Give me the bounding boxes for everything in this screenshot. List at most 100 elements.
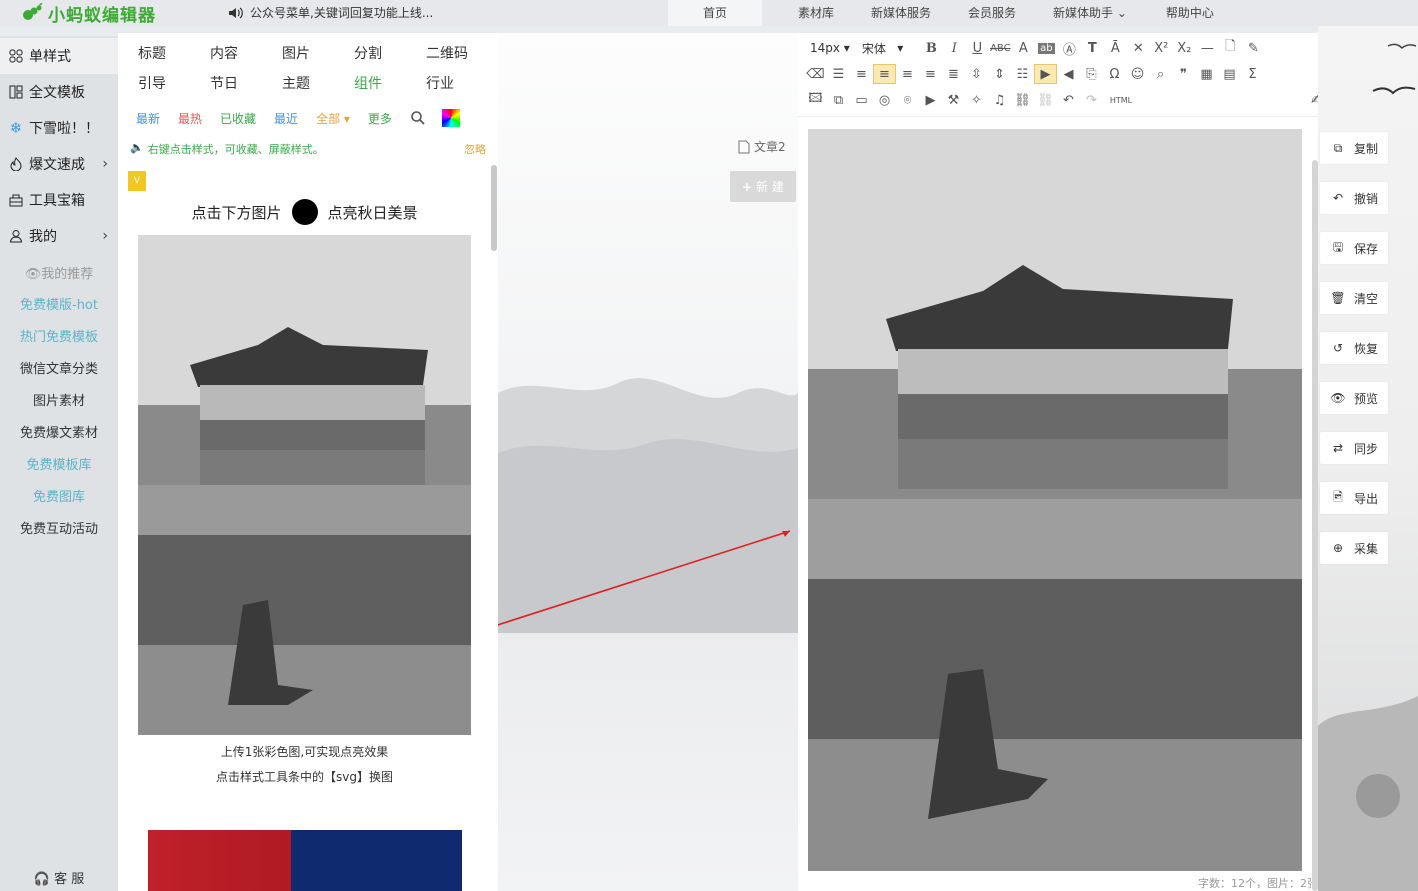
flag-icon[interactable]: ▶ — [1034, 64, 1057, 84]
sidebar-sub-free-template-hot[interactable]: 免费模版-hot — [0, 294, 118, 313]
sidebar-item-toolbox[interactable]: 工具宝箱 — [0, 182, 118, 218]
image-icon[interactable]: 🖾 — [804, 90, 827, 110]
font-color-icon[interactable]: A — [1012, 38, 1035, 58]
rtl-icon[interactable]: ◀ — [1057, 64, 1080, 84]
camera-icon[interactable]: ⌾ — [896, 90, 919, 110]
nav-help-center[interactable]: 帮助中心 — [1144, 0, 1236, 26]
toggle-dot-icon[interactable] — [291, 199, 318, 225]
superscript-icon[interactable]: X² — [1150, 38, 1173, 58]
clear-button[interactable]: 🗑 清空 — [1320, 282, 1388, 314]
card-photo[interactable] — [138, 235, 471, 735]
align-right-icon[interactable]: ≡ — [919, 64, 942, 84]
sidebar-sub-hot-free-template[interactable]: 热门免费模板 — [0, 326, 118, 345]
sync-button[interactable]: ⇄ 同步 — [1320, 432, 1388, 464]
template-insert-icon[interactable]: ▤ — [1218, 64, 1241, 84]
line-height-icon[interactable]: ⇳ — [965, 64, 988, 84]
nav-home[interactable]: 首页 — [668, 0, 762, 26]
nav-new-media-assistant[interactable]: 新媒体助手 ⌄ — [1036, 0, 1144, 26]
category-divider[interactable]: 分割 — [354, 43, 426, 63]
category-theme[interactable]: 主题 — [282, 73, 354, 93]
format-painter-icon[interactable]: ⎘ — [1080, 64, 1103, 84]
export-button[interactable]: 🖻 导出 — [1320, 482, 1388, 514]
copy-button[interactable]: ⧉ 复制 — [1320, 132, 1388, 164]
filter-more[interactable]: 更多 — [368, 110, 392, 127]
table-icon[interactable]: ▦ — [1195, 64, 1218, 84]
sidebar-item-mine[interactable]: 我的 › — [0, 218, 118, 254]
emoji-icon[interactable]: ☺ — [1126, 64, 1149, 84]
undo-button[interactable]: ↶ 撤销 — [1320, 182, 1388, 214]
special-char-icon[interactable]: Ω — [1103, 64, 1126, 84]
underline-icon[interactable]: U — [966, 38, 989, 58]
magic-wand-icon[interactable]: ✧ — [965, 90, 988, 110]
font-family-select[interactable]: 宋体 ▾ — [856, 38, 920, 58]
style-card[interactable]: V 点击下方图片 点亮秋日美景 上传1张彩色图,可实现点亮效果 点击样式工具条中… — [123, 169, 486, 805]
font-size-select[interactable]: 14px ▾ — [804, 38, 856, 58]
nav-new-media-service[interactable]: 新媒体服务 — [854, 0, 948, 26]
find-replace-icon[interactable]: ⌕ — [1149, 64, 1172, 84]
sidebar-sub-viral-materials[interactable]: 免费爆文素材 — [0, 422, 118, 441]
text-border-icon[interactable]: Ⓐ — [1058, 38, 1081, 58]
italic-icon[interactable]: I — [943, 38, 966, 58]
sidebar-item-full-template[interactable]: 全文模板 — [0, 74, 118, 110]
sidebar-item-snow[interactable]: ❄ 下雪啦！！ — [0, 110, 118, 146]
redo-arrow-icon[interactable]: ↷ — [1080, 90, 1103, 110]
sidebar-item-viral[interactable]: 爆文速成 › — [0, 146, 118, 182]
save-button[interactable]: 🖫 保存 — [1320, 232, 1388, 264]
outdent-icon[interactable]: ≡ — [850, 64, 873, 84]
category-qrcode[interactable]: 二维码 — [426, 43, 498, 63]
formula-icon[interactable]: Σ — [1241, 64, 1264, 84]
category-component[interactable]: 组件 — [354, 73, 426, 93]
align-justify-icon[interactable]: ≣ — [942, 64, 965, 84]
document-tab[interactable]: 文章2 — [738, 138, 786, 155]
filter-recent[interactable]: 最近 — [274, 110, 298, 127]
sidebar-sub-image-materials[interactable]: 图片素材 — [0, 390, 118, 409]
link-icon[interactable]: ⛓ — [1011, 90, 1034, 110]
new-document-button[interactable]: + 新 建 — [730, 171, 796, 202]
list-icon[interactable]: ☷ — [1011, 64, 1034, 84]
category-title[interactable]: 标题 — [138, 43, 210, 63]
eraser-icon[interactable]: ⌫ — [804, 64, 827, 84]
align-center-icon[interactable]: ≡ — [896, 64, 919, 84]
multi-image-icon[interactable]: ⧉ — [827, 90, 850, 110]
sidebar-sub-template-library[interactable]: 免费模板库 — [0, 454, 118, 473]
letter-spacing-icon[interactable]: Ā — [1104, 38, 1127, 58]
notice-bar[interactable]: 公众号菜单,关键词回复功能上线... — [228, 4, 433, 21]
filter-favorited[interactable]: 已收藏 — [220, 110, 256, 127]
sidebar-item-single-style[interactable]: 单样式 — [0, 38, 118, 74]
indent-icon[interactable]: ☰ — [827, 64, 850, 84]
category-industry[interactable]: 行业 — [426, 73, 498, 93]
collect-button[interactable]: ⊕ 采集 — [1320, 532, 1388, 564]
filter-latest[interactable]: 最新 — [136, 110, 160, 127]
category-image[interactable]: 图片 — [282, 43, 354, 63]
text-size-icon[interactable]: T — [1081, 38, 1104, 58]
highlight-icon[interactable]: ab — [1035, 38, 1058, 58]
music-icon[interactable]: ♫ — [988, 90, 1011, 110]
align-left-icon[interactable]: ≡ — [873, 64, 896, 84]
nav-materials[interactable]: 素材库 — [762, 0, 854, 26]
frame-icon[interactable]: ▭ — [850, 90, 873, 110]
logo[interactable]: 小蚂蚁编辑器 — [22, 2, 156, 26]
category-guide[interactable]: 引导 — [138, 73, 210, 93]
color-ring-icon[interactable]: ◎ — [873, 90, 896, 110]
panel-scrollbar[interactable] — [491, 165, 497, 251]
quote-icon[interactable]: ❞ — [1172, 64, 1195, 84]
preview-button[interactable]: 👁 预览 — [1320, 382, 1388, 414]
strikethrough-icon[interactable]: ABC — [989, 38, 1012, 58]
paragraph-spacing-icon[interactable]: ⇕ — [988, 64, 1011, 84]
edit-icon[interactable]: ✎ — [1242, 38, 1265, 58]
search-icon[interactable] — [410, 110, 426, 126]
color-picker-icon[interactable] — [441, 109, 460, 127]
sidebar-sub-article-categories[interactable]: 微信文章分类 — [0, 358, 118, 377]
filter-all-dropdown[interactable]: 全部 ▾ — [316, 110, 350, 127]
category-holiday[interactable]: 节日 — [210, 73, 282, 93]
sidebar-sub-interactive[interactable]: 免费互动活动 — [0, 518, 118, 537]
filter-hottest[interactable]: 最热 — [178, 110, 202, 127]
category-content[interactable]: 内容 — [210, 43, 282, 63]
html-source-icon[interactable]: HTML — [1103, 90, 1139, 110]
nav-member-service[interactable]: 会员服务 — [948, 0, 1036, 26]
clear-format-icon[interactable]: ✕ — [1127, 38, 1150, 58]
ignore-link[interactable]: 忽略 — [464, 141, 486, 157]
undo-arrow-icon[interactable]: ↶ — [1057, 90, 1080, 110]
sidebar-sub-my-recommend[interactable]: 👁我的推荐 — [0, 263, 118, 282]
video-icon[interactable]: ▶ — [919, 90, 942, 110]
